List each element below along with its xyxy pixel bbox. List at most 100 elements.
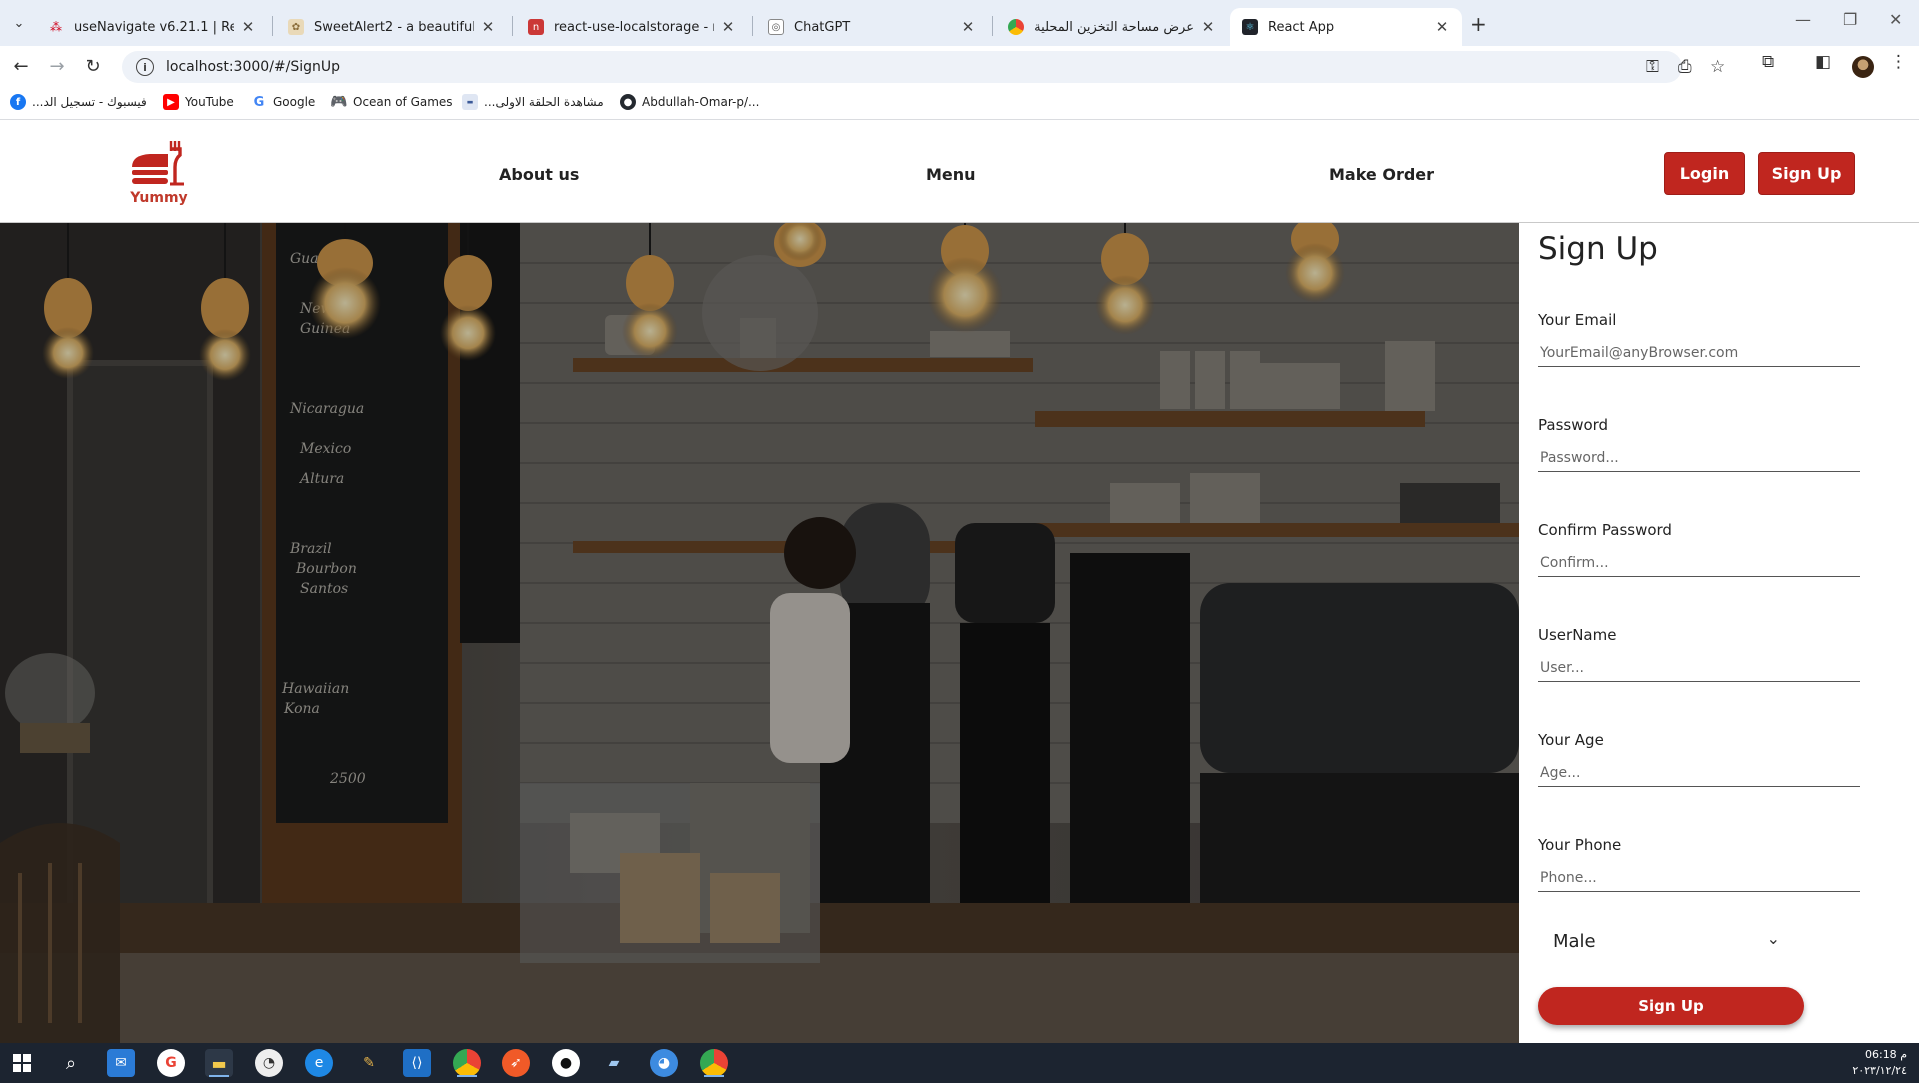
nav-about-us[interactable]: About us [499,165,579,184]
chrome-profile-icon[interactable]: ◕ [650,1049,678,1077]
new-tab-plus-icon[interactable]: + [1470,12,1487,36]
restore-icon[interactable]: ❐ [1843,10,1857,29]
gamepad-icon: 🎮 [330,94,348,110]
logo-text[interactable]: Yummy [128,190,190,206]
reload-icon[interactable]: ↻ [80,54,106,78]
tab-separator [512,16,513,36]
bookmark-youtube[interactable]: ▶ YouTube [163,94,234,110]
password-key-icon[interactable]: ⚿ [1646,57,1659,77]
edge-icon[interactable]: e [305,1049,333,1077]
tab-react-router[interactable]: ⁂ useNavigate v6.21.1 | React Rou ✕ [36,8,268,46]
login-button[interactable]: Login [1664,152,1745,195]
bookmark-facebook[interactable]: f فيسبوك - تسجيل الد... [10,94,147,110]
header-signup-button[interactable]: Sign Up [1758,152,1855,195]
phone-field[interactable] [1538,864,1860,892]
tab-separator [272,16,273,36]
chrome-alt-icon[interactable]: ◔ [255,1049,283,1077]
bookmark-label: Abdullah-Omar-p/... [642,95,760,109]
search-icon[interactable]: ⌕ [57,1049,85,1077]
bookmark-label: مشاهدة الحلقة الاولى... [484,95,604,109]
close-tab-icon[interactable]: ✕ [960,18,976,36]
media-icon[interactable]: ● [552,1049,580,1077]
brave-icon[interactable]: ➶ [502,1049,530,1077]
notes-icon[interactable]: ▰ [600,1049,628,1077]
react-router-icon: ⁂ [50,20,62,34]
nav-menu[interactable]: Menu [926,165,976,184]
google-icon[interactable]: G [157,1049,185,1077]
gender-select[interactable]: Male ⌄ [1538,919,1808,963]
chrome-icon[interactable] [453,1049,481,1077]
browser-toolbar: ← → ↻ i localhost:3000/#/SignUp ⚿ ⎙ ☆ ⧉ … [0,46,1919,86]
facebook-icon: f [10,94,26,110]
close-tab-icon[interactable]: ✕ [240,18,256,36]
tab-localstorage-article[interactable]: عرض مساحة التخزين المحلية وتعد ✕ [996,8,1228,46]
tab-title: React App [1268,19,1335,35]
confirm-password-field[interactable] [1538,549,1860,577]
chrome-icon[interactable] [700,1049,728,1077]
sweetalert-icon: ✿ [288,19,304,35]
phone-label: Your Phone [1538,836,1622,854]
forward-arrow-icon[interactable]: → [44,54,70,78]
password-field[interactable] [1538,444,1860,472]
age-field[interactable] [1538,759,1860,787]
close-tab-icon[interactable]: ✕ [480,18,496,36]
windows-start-icon[interactable] [8,1049,36,1077]
hero-cafe-image: Guatemala New Guinea Nicaragua Mexico Al… [0,223,1519,1043]
bookmark-label: Google [273,95,316,109]
profile-avatar[interactable] [1852,56,1874,78]
back-arrow-icon[interactable]: ← [8,54,34,78]
bookmark-ocean-of-games[interactable]: 🎮 Ocean of Games [330,94,453,110]
close-tab-icon[interactable]: ✕ [1434,18,1450,36]
chevron-down-icon: ⌄ [1766,929,1780,948]
username-field[interactable] [1538,654,1860,682]
minimize-icon[interactable]: — [1795,10,1811,29]
bookmark-google[interactable]: G Google [251,94,315,110]
paint-icon[interactable]: ✎ [355,1049,383,1077]
bookmark-github[interactable]: ● Abdullah-Omar-p/... [620,94,759,110]
react-icon: ⚛ [1242,19,1258,35]
window-close-icon[interactable]: ✕ [1889,10,1902,29]
npm-icon: n [528,19,544,35]
windows-taskbar: ⌕ ✉ G ▬ ◔ e ✎ ⟨⟩ ➶ ● ▰ ◕ 06:18 م ٢٠٢٣/١٢… [0,1043,1919,1083]
close-tab-icon[interactable]: ✕ [720,18,736,36]
tab-search-chevron-icon[interactable]: ⌄ [8,12,30,34]
tab-npm[interactable]: n react-use-localstorage - npm ✕ [516,8,748,46]
site-header: Yummy About us Menu Make Order Login Sig… [0,121,1919,223]
confirm-password-label: Confirm Password [1538,521,1672,539]
tab-chatgpt[interactable]: ◎ ChatGPT ✕ [756,8,988,46]
gender-selected-value: Male [1553,930,1596,952]
more-menu-icon[interactable]: ⋮ [1890,52,1907,72]
password-label: Password [1538,416,1609,434]
mail-icon[interactable]: ✉ [107,1049,135,1077]
address-bar[interactable]: i localhost:3000/#/SignUp ⚿ ⎙ ☆ [122,51,1725,83]
address-url[interactable]: localhost:3000/#/SignUp [166,59,340,75]
tab-title: ChatGPT [794,19,851,35]
bookmark-label: Ocean of Games [353,95,453,109]
tab-sweetalert[interactable]: ✿ SweetAlert2 - a beautiful, respo ✕ [276,8,508,46]
side-panel-icon[interactable]: ◧ [1815,52,1831,72]
bookmark-label: فيسبوك - تسجيل الد... [32,95,147,109]
nav-make-order[interactable]: Make Order [1329,165,1434,184]
site-info-icon[interactable]: i [136,58,154,76]
email-field[interactable] [1538,339,1860,367]
install-app-icon[interactable]: ⎙ [1678,57,1692,77]
vscode-icon[interactable]: ⟨⟩ [403,1049,431,1077]
tab-separator [752,16,753,36]
chrome-icon [1008,19,1024,35]
system-clock[interactable]: 06:18 م ٢٠٢٣/١٢/٢٤ [1852,1047,1907,1079]
bookmark-star-icon[interactable]: ☆ [1710,57,1725,77]
tab-title: useNavigate v6.21.1 | React Rou [74,19,234,35]
tab-title: SweetAlert2 - a beautiful, respo [314,19,474,35]
signup-form-panel: Sign Up Your Email Password Confirm Pass… [1519,223,1919,1043]
clock-time: 06:18 م [1864,1048,1907,1061]
bookmarks-bar: f فيسبوك - تسجيل الد... ▶ YouTube G Goog… [0,86,1919,120]
extensions-puzzle-icon[interactable]: ⧉ [1762,52,1774,72]
youtube-icon: ▶ [163,94,179,110]
bookmark-arabic-video[interactable]: ▬ مشاهدة الحلقة الاولى... [462,94,604,110]
email-label: Your Email [1538,311,1617,329]
file-explorer-icon[interactable]: ▬ [205,1049,233,1077]
tab-react-app[interactable]: ⚛ React App ✕ [1230,8,1462,46]
signup-submit-button[interactable]: Sign Up [1538,987,1804,1025]
video-site-icon: ▬ [462,94,478,110]
close-tab-icon[interactable]: ✕ [1200,18,1216,36]
